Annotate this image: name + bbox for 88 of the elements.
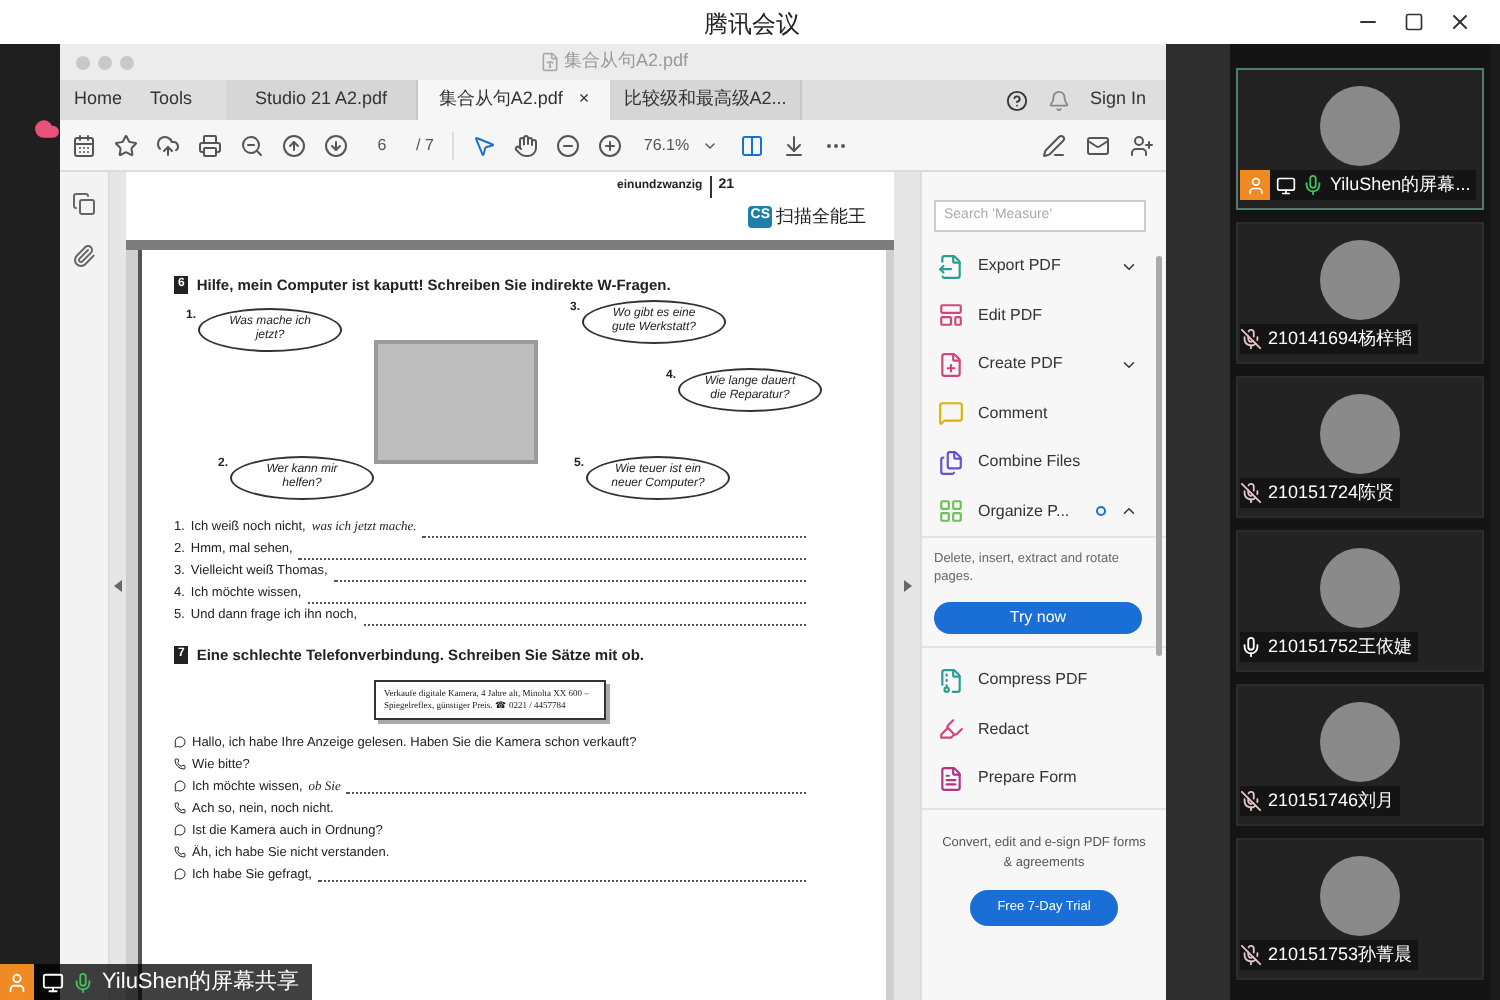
- pages-icon[interactable]: [72, 192, 96, 216]
- create-file-icon: [938, 351, 964, 378]
- pages-grid-icon: [938, 498, 964, 525]
- avatar-placeholder: [1320, 702, 1400, 782]
- marker-icon: [938, 716, 964, 743]
- tool-item[interactable]: Edit PDF: [922, 291, 1166, 340]
- participant-tile[interactable]: 210151753孙菁晨: [1236, 838, 1484, 980]
- hand-icon[interactable]: [513, 133, 538, 157]
- help-icon[interactable]: [1005, 89, 1028, 111]
- calendar-icon[interactable]: [72, 133, 96, 157]
- page-number-field[interactable]: 6: [366, 133, 398, 157]
- avatar-placeholder: [1320, 394, 1400, 474]
- name-label: 210141694杨梓韬: [1240, 324, 1419, 354]
- expand-arrow-icon[interactable]: [903, 580, 911, 592]
- tool-item[interactable]: Organize P...: [922, 487, 1166, 536]
- phone-icon: [174, 846, 186, 858]
- avatar-placeholder: [1320, 856, 1400, 936]
- page-fit-icon[interactable]: [739, 133, 764, 157]
- host-icon: [0, 964, 34, 1000]
- window-title: 集合从句A2.pdf: [564, 48, 689, 74]
- participant-tile[interactable]: 210151724陈贤: [1236, 376, 1484, 518]
- participant-tile[interactable]: 210151746刘月: [1236, 684, 1484, 826]
- bell-icon[interactable]: [1047, 89, 1070, 111]
- nav-tab[interactable]: Home: [60, 80, 137, 120]
- cloud-icon: [34, 116, 60, 142]
- tab-close-button[interactable]: ×: [578, 86, 590, 114]
- tool-item[interactable]: Export PDF: [922, 242, 1166, 291]
- scrollbar-thumb[interactable]: [1156, 256, 1162, 656]
- speech-bubble-icon: [174, 868, 186, 880]
- zoom-out-icon[interactable]: [240, 133, 264, 157]
- avatar-placeholder: [1320, 548, 1400, 628]
- compress-file-icon: [938, 667, 964, 694]
- zoom-in-circle-icon[interactable]: [597, 133, 622, 157]
- print-icon[interactable]: [198, 133, 222, 157]
- add-user-icon[interactable]: [1130, 133, 1154, 157]
- pdf-file-icon: [540, 51, 560, 72]
- speech-bubble-icon: [174, 780, 186, 792]
- mail-icon[interactable]: [1086, 133, 1110, 157]
- avatar-placeholder: [1320, 240, 1400, 320]
- export-file-icon: [938, 253, 964, 280]
- try-now-button[interactable]: Try now: [934, 602, 1142, 634]
- phone-icon: [174, 802, 186, 814]
- participant-tile[interactable]: 210141694杨梓韬: [1236, 222, 1484, 364]
- previous-page-icon[interactable]: [282, 133, 306, 157]
- star-icon[interactable]: [114, 133, 138, 157]
- scroll-mode-icon[interactable]: [781, 133, 806, 157]
- app-title: 腾讯会议: [704, 8, 800, 42]
- avatar-placeholder: [1320, 86, 1400, 166]
- form-file-icon: [938, 765, 964, 792]
- microphone-icon: [72, 971, 94, 993]
- name-label: 210151724陈贤: [1240, 478, 1401, 508]
- screen-share-icon: [1276, 175, 1296, 195]
- sign-in-link[interactable]: Sign In: [1089, 86, 1146, 114]
- speech-bubble-icon: [174, 824, 186, 836]
- name-label: 210151753孙菁晨: [1240, 940, 1419, 970]
- tool-item[interactable]: Combine Files: [922, 438, 1166, 487]
- edit-layout-icon: [938, 302, 964, 329]
- maximize-icon[interactable]: [1404, 12, 1424, 32]
- files-icon: [938, 449, 964, 476]
- zoom-dropdown[interactable]: 76.1%: [639, 133, 722, 157]
- name-label: YiluShen的屏幕...: [1240, 170, 1477, 200]
- scanner-name: 扫描全能王: [776, 203, 866, 229]
- participant-tile[interactable]: YiluShen的屏幕...: [1236, 68, 1484, 210]
- document-tab[interactable]: Studio 21 A2.pdf: [226, 80, 419, 120]
- next-page-icon[interactable]: [324, 133, 348, 157]
- tool-item[interactable]: Redact: [922, 705, 1166, 754]
- upload-cloud-icon[interactable]: [156, 133, 180, 157]
- screen-share-icon: [42, 971, 64, 993]
- comment-icon: [938, 400, 964, 427]
- document-tab[interactable]: 集合从句A2.pdf ×: [418, 80, 611, 120]
- document-tab[interactable]: 比较级和最高级A2...: [610, 80, 803, 120]
- tool-item[interactable]: Compress PDF: [922, 656, 1166, 705]
- tool-item[interactable]: Create PDF: [922, 340, 1166, 389]
- sign-pen-icon[interactable]: [1042, 133, 1066, 157]
- phone-icon: [174, 758, 186, 770]
- paperclip-icon[interactable]: [72, 244, 96, 268]
- speech-bubble-icon: [174, 736, 186, 748]
- share-banner: YiluShen的屏幕共享: [0, 964, 312, 1000]
- name-label: 210151746刘月: [1240, 786, 1401, 816]
- zoom-out-circle-icon[interactable]: [555, 133, 580, 157]
- tool-item[interactable]: Prepare Form: [922, 754, 1166, 803]
- participant-tile[interactable]: 210151752王依婕: [1236, 530, 1484, 672]
- close-icon[interactable]: [1448, 10, 1472, 34]
- name-label: 210151752王依婕: [1240, 632, 1419, 662]
- page-total: / 7: [416, 133, 434, 157]
- tool-item[interactable]: Comment: [922, 389, 1166, 438]
- pointer-icon[interactable]: [471, 133, 496, 157]
- nav-tab[interactable]: Tools: [136, 80, 207, 120]
